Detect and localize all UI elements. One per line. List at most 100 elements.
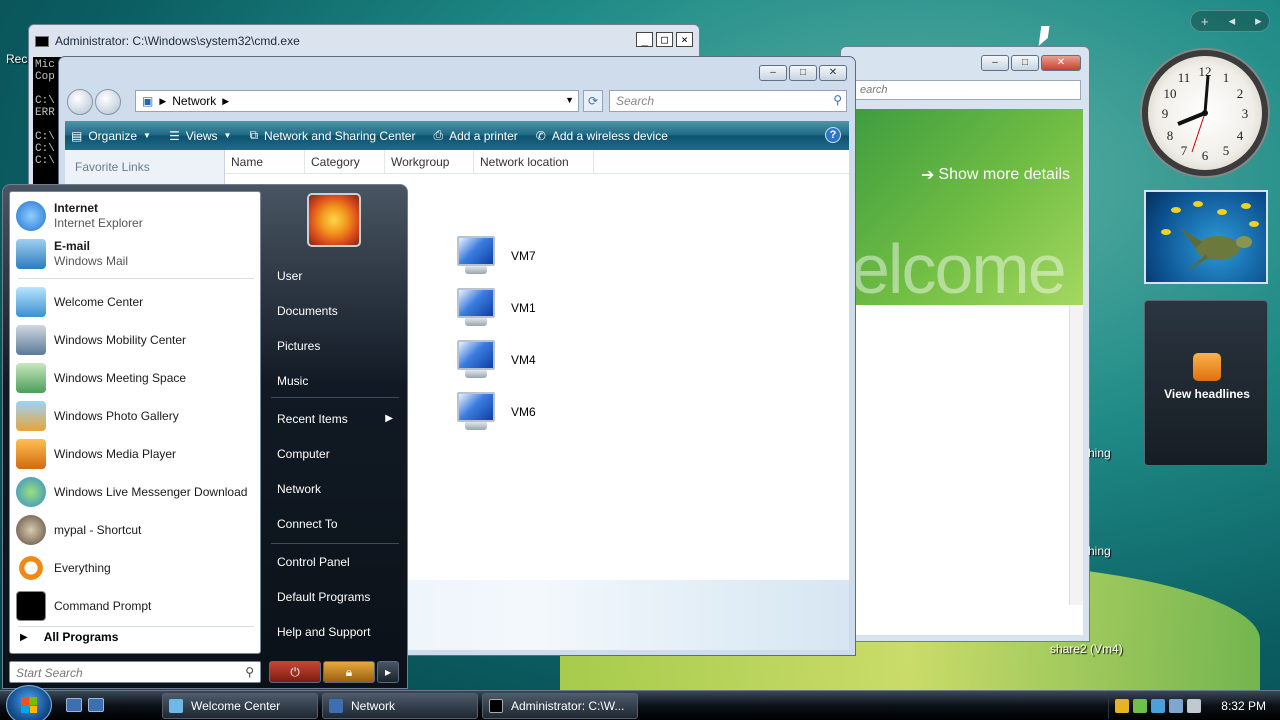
feed-headlines-gadget[interactable]: View headlines xyxy=(1144,300,1268,466)
welcome-center-icon xyxy=(16,287,46,317)
recent-program-item[interactable]: Windows Media Player xyxy=(16,436,176,472)
explorer-search-input[interactable]: Search ⚲ xyxy=(609,90,847,112)
start-link-connect-to[interactable]: Connect To xyxy=(277,517,338,531)
desktop-label-recycle[interactable]: Rec xyxy=(6,52,27,66)
recent-program-item[interactable]: Windows Photo Gallery xyxy=(16,398,179,434)
security-shield-icon[interactable] xyxy=(1115,699,1129,713)
taskbar-clock[interactable]: 8:32 PM xyxy=(1221,699,1266,713)
welcome-banner-text: elcome xyxy=(855,230,1067,305)
breadcrumb-arrow-icon[interactable]: ▶ xyxy=(222,96,229,107)
breadcrumb-arrow-icon[interactable]: ▶ xyxy=(159,96,166,107)
switch-windows-icon[interactable] xyxy=(88,698,104,712)
lock-button[interactable]: 🔒︎ xyxy=(323,661,375,683)
refresh-button[interactable]: ⟳ xyxy=(583,90,603,112)
column-workgroup[interactable]: Workgroup xyxy=(385,150,474,173)
welcome-search-input[interactable]: earch xyxy=(855,80,1081,100)
favorite-links-heading[interactable]: Favorite Links xyxy=(65,150,224,184)
help-button[interactable]: ? xyxy=(825,127,841,143)
views-icon: ☰ xyxy=(168,128,180,143)
address-dropdown-icon[interactable]: ▼ xyxy=(565,95,574,105)
start-link-control-panel[interactable]: Control Panel xyxy=(277,555,350,569)
pinned-email[interactable]: E-mail Windows Mail xyxy=(16,236,128,272)
start-link-computer[interactable]: Computer xyxy=(277,447,330,461)
tray-app-icon[interactable] xyxy=(1133,699,1147,713)
cmd-minimize-button[interactable]: _ xyxy=(636,32,653,47)
add-gadget-button[interactable]: + xyxy=(1201,14,1209,29)
views-button[interactable]: ☰ Views ▼ xyxy=(169,129,231,143)
start-link-recent-items[interactable]: Recent Items xyxy=(277,412,348,426)
show-more-details-link[interactable]: ➔ Show more details xyxy=(921,165,1070,185)
slideshow-gadget[interactable] xyxy=(1144,190,1268,284)
search-icon[interactable]: ⚲ xyxy=(833,93,842,107)
organize-button[interactable]: ▤ Organize ▼ xyxy=(71,129,151,143)
start-link-music[interactable]: Music xyxy=(277,374,308,388)
start-link-pictures[interactable]: Pictures xyxy=(277,339,320,353)
welcome-minimize-button[interactable]: – xyxy=(981,55,1009,71)
cmd-titlebar[interactable]: Administrator: C:\Windows\system32\cmd.e… xyxy=(29,25,699,57)
taskbar-item-welcome-center[interactable]: Welcome Center xyxy=(162,693,318,719)
desktop-label[interactable]: hing xyxy=(1088,544,1111,558)
clock-gadget[interactable]: 12 3 6 9 12 45 7 8 10 11 xyxy=(1142,50,1268,176)
computer-item[interactable]: VM1 xyxy=(453,288,536,328)
column-category[interactable]: Category xyxy=(305,150,385,173)
computer-item[interactable]: VM6 xyxy=(453,392,536,432)
recent-program-item[interactable]: Windows Mobility Center xyxy=(16,322,186,358)
recent-program-item[interactable]: Welcome Center xyxy=(16,284,143,320)
welcome-center-window[interactable]: – □ ✕ earch ➔ Show more details elcome xyxy=(840,46,1090,642)
desktop-shortcut-share2[interactable]: share2 (Vm4) xyxy=(1050,642,1123,656)
views-label: Views xyxy=(185,128,218,143)
start-link-default-programs[interactable]: Default Programs xyxy=(277,590,370,604)
view-headlines-label[interactable]: View headlines xyxy=(1145,387,1269,401)
start-link-network[interactable]: Network xyxy=(277,482,321,496)
all-programs-button[interactable]: ▶ All Programs xyxy=(20,630,118,644)
network-status-icon[interactable] xyxy=(1169,699,1183,713)
recent-program-item[interactable]: Windows Meeting Space xyxy=(16,360,186,396)
power-button[interactable]: ⏻ xyxy=(269,661,321,683)
start-link-help-support[interactable]: Help and Support xyxy=(277,625,370,639)
recent-program-item[interactable]: mypal - Shortcut xyxy=(16,512,141,548)
recent-program-item[interactable]: Windows Live Messenger Download xyxy=(16,474,247,510)
start-menu: Internet Internet Explorer E-mail Windows … xyxy=(2,184,408,689)
pinned-internet[interactable]: Internet Internet Explorer xyxy=(16,198,143,234)
welcome-close-button[interactable]: ✕ xyxy=(1041,55,1081,71)
user-picture[interactable] xyxy=(307,193,361,247)
desktop-label[interactable]: hing xyxy=(1088,446,1111,460)
computer-icon xyxy=(453,392,499,432)
cmd-maximize-button[interactable]: □ xyxy=(656,32,673,47)
search-icon[interactable]: ⚲ xyxy=(245,665,254,679)
welcome-maximize-button[interactable]: □ xyxy=(1011,55,1039,71)
explorer-close-button[interactable]: ✕ xyxy=(819,65,847,81)
address-bar[interactable]: ▣ ▶ Network ▶ ▼ xyxy=(135,90,579,112)
add-printer-button[interactable]: ⎙ Add a printer xyxy=(433,128,517,143)
network-sharing-center-button[interactable]: ⧉ Network and Sharing Center xyxy=(249,128,415,143)
previous-gadget-button[interactable]: ◂ xyxy=(1229,13,1236,29)
sidebar-controls: + ◂ ▸ xyxy=(1190,10,1270,32)
show-desktop-icon[interactable] xyxy=(66,698,82,712)
breadcrumb-network[interactable]: Network xyxy=(172,94,216,108)
explorer-minimize-button[interactable]: – xyxy=(759,65,787,81)
start-link-documents[interactable]: Documents xyxy=(277,304,338,318)
column-network-location[interactable]: Network location xyxy=(474,150,594,173)
taskbar-item-network[interactable]: Network xyxy=(322,693,478,719)
forward-button[interactable] xyxy=(95,89,121,115)
start-search-input[interactable]: Start Search ⚲ xyxy=(9,661,261,683)
column-name[interactable]: Name xyxy=(225,150,305,173)
tray-app-icon[interactable] xyxy=(1151,699,1165,713)
welcome-scrollbar[interactable] xyxy=(1069,305,1083,605)
taskbar-item-cmd[interactable]: Administrator: C:\W... xyxy=(482,693,638,719)
recent-program-item[interactable]: Command Prompt xyxy=(16,588,151,624)
volume-muted-icon[interactable] xyxy=(1187,699,1201,713)
computer-item[interactable]: VM4 xyxy=(453,340,536,380)
photo-gallery-icon xyxy=(16,401,46,431)
back-button[interactable] xyxy=(67,89,93,115)
start-link-user[interactable]: User xyxy=(277,269,302,283)
shutdown-options-button[interactable]: ▸ xyxy=(377,661,399,683)
explorer-maximize-button[interactable]: □ xyxy=(789,65,817,81)
messenger-icon xyxy=(16,477,46,507)
start-button[interactable] xyxy=(6,685,52,720)
cmd-close-button[interactable]: × xyxy=(676,32,693,47)
recent-program-item[interactable]: Everything xyxy=(16,550,111,586)
computer-item[interactable]: VM7 xyxy=(453,236,536,276)
next-gadget-button[interactable]: ▸ xyxy=(1255,13,1262,29)
add-wireless-device-button[interactable]: ✆ Add a wireless device xyxy=(536,129,668,143)
